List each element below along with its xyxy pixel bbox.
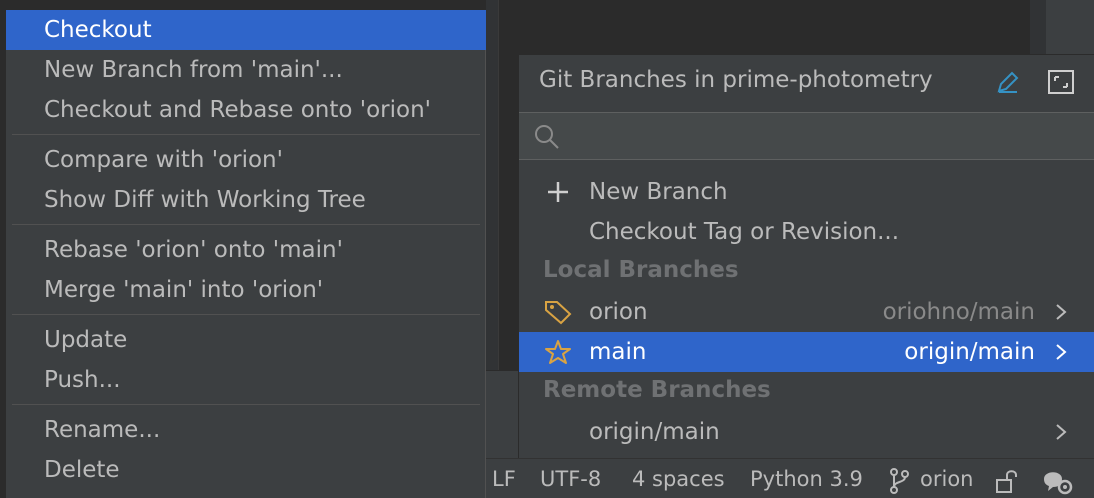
editor-scroll-gutter — [1030, 0, 1046, 60]
tool-window-bar — [486, 370, 518, 410]
menu-separator — [12, 404, 480, 405]
branch-name: orion — [589, 299, 648, 325]
star-icon — [545, 340, 571, 364]
menu-separator — [12, 134, 480, 135]
menu-item-push[interactable]: Push... — [6, 360, 486, 400]
branch-context-menu: Checkout New Branch from 'main'... Check… — [6, 10, 486, 498]
git-branch-widget[interactable]: orion — [920, 467, 973, 491]
branch-search-field[interactable] — [519, 112, 1094, 160]
popup-title: Git Branches in prime-photometry — [539, 67, 933, 93]
menu-item-delete[interactable]: Delete — [6, 450, 486, 490]
edit-icon[interactable] — [995, 69, 1021, 95]
menu-item-show-diff[interactable]: Show Diff with Working Tree — [6, 180, 486, 220]
search-icon — [535, 125, 559, 149]
branch-item-main[interactable]: main origin/main — [519, 332, 1094, 372]
menu-item-checkout[interactable]: Checkout — [6, 10, 486, 50]
tracking-branch: oriohno/main — [882, 299, 1035, 325]
git-branch-icon — [890, 468, 909, 494]
editor-divider — [498, 0, 499, 370]
branch-item-origin-main[interactable]: origin/main — [519, 412, 1094, 452]
menu-item-update[interactable]: Update — [6, 320, 486, 360]
menu-item-rebase[interactable]: Rebase 'orion' onto 'main' — [6, 230, 486, 270]
menu-item-new-branch[interactable]: New Branch from 'main'... — [6, 50, 486, 90]
menu-item-rename[interactable]: Rename... — [6, 410, 486, 450]
new-branch-action[interactable]: New Branch — [519, 172, 1094, 212]
menu-item-merge[interactable]: Merge 'main' into 'orion' — [6, 270, 486, 310]
tracking-branch: origin/main — [904, 339, 1035, 365]
unlock-icon[interactable] — [994, 468, 1020, 494]
maximize-icon[interactable] — [1047, 69, 1075, 95]
branch-item-orion[interactable]: orion oriohno/main — [519, 292, 1094, 332]
branch-name: origin/main — [589, 419, 720, 445]
chevron-right-icon — [1056, 304, 1067, 320]
line-separator-widget[interactable]: LF — [492, 467, 516, 491]
editor-gutter — [486, 0, 498, 370]
tool-window-bar — [486, 410, 518, 458]
checkout-tag-action[interactable]: Checkout Tag or Revision... — [519, 212, 1094, 252]
checkout-tag-label: Checkout Tag or Revision... — [589, 219, 900, 245]
tag-icon — [545, 301, 572, 325]
menu-separator — [12, 314, 480, 315]
indent-widget[interactable]: 4 spaces — [632, 467, 725, 491]
branch-name: main — [589, 339, 647, 365]
menu-item-compare[interactable]: Compare with 'orion' — [6, 140, 486, 180]
interpreter-widget[interactable]: Python 3.9 — [750, 467, 863, 491]
inspector-icon[interactable] — [1040, 465, 1074, 495]
encoding-widget[interactable]: UTF-8 — [540, 467, 601, 491]
git-branches-popup: Git Branches in prime-photometry New Bra… — [518, 54, 1094, 458]
right-tool-strip — [1046, 0, 1094, 60]
menu-item-checkout-rebase[interactable]: Checkout and Rebase onto 'orion' — [6, 90, 486, 130]
plus-icon — [548, 182, 568, 202]
local-branches-header: Local Branches — [543, 257, 739, 283]
new-branch-label: New Branch — [589, 179, 728, 205]
chevron-right-icon — [1056, 424, 1067, 440]
remote-branches-header: Remote Branches — [543, 377, 771, 403]
status-bar: LF UTF-8 4 spaces Python 3.9 orion — [486, 458, 1094, 498]
chevron-right-icon — [1056, 344, 1067, 360]
menu-separator — [12, 224, 480, 225]
